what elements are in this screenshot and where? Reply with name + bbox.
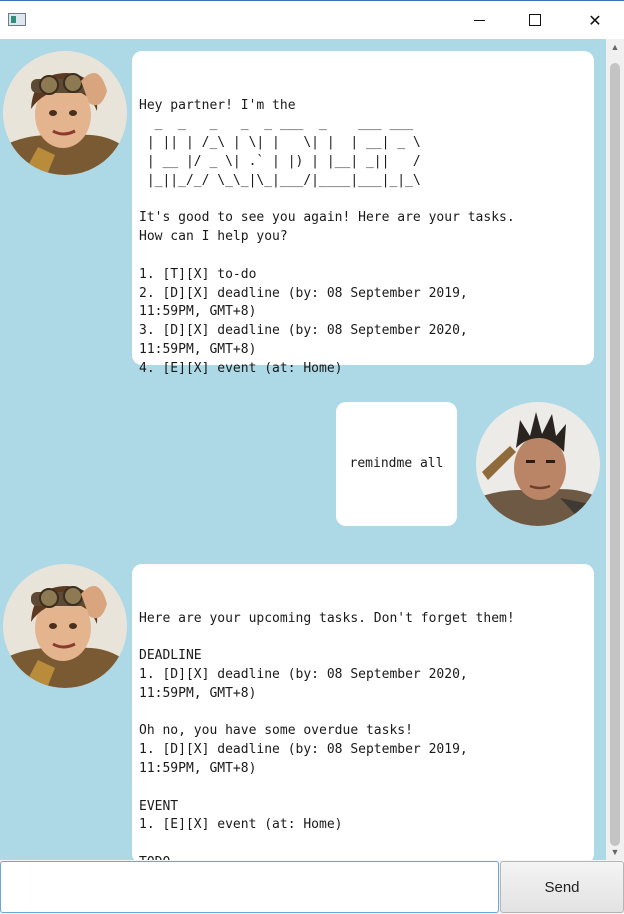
chevron-up-icon: ▲ bbox=[610, 42, 620, 52]
duke-message-bubble: Hey partner! I'm the _ _ _ _ _ ___ _ ___… bbox=[132, 51, 594, 376]
send-button[interactable]: Send bbox=[500, 861, 624, 913]
scrollbar-thumb[interactable] bbox=[610, 63, 620, 846]
scroll-up-button[interactable]: ▲ bbox=[606, 39, 624, 55]
chevron-down-icon: ▼ bbox=[610, 847, 620, 857]
duke-message-text: Here are your upcoming tasks. Don't forg… bbox=[139, 610, 515, 860]
close-icon: ✕ bbox=[588, 10, 602, 30]
duke-message-text: Hey partner! I'm the _ _ _ _ _ ___ _ ___… bbox=[139, 97, 515, 376]
user-message-text: remindme all bbox=[349, 455, 444, 471]
vertical-scrollbar[interactable]: ▲ ▼ bbox=[606, 39, 624, 860]
title-bar: ✕ bbox=[0, 2, 624, 39]
dialog-scroll-pane[interactable]: Hey partner! I'm the _ _ _ _ _ ___ _ ___… bbox=[0, 39, 624, 860]
scroll-down-button[interactable]: ▼ bbox=[606, 844, 624, 860]
app-window: ✕ Hey partner! I'm the _ _ _ _ _ ___ _ _… bbox=[0, 0, 624, 914]
minimize-button[interactable] bbox=[450, 2, 508, 38]
user-message-bubble: remindme all bbox=[336, 402, 457, 526]
duke-avatar bbox=[3, 564, 127, 688]
maximize-button[interactable] bbox=[506, 2, 564, 38]
input-row: Send bbox=[0, 860, 624, 914]
minimize-icon bbox=[473, 19, 485, 21]
duke-message-bubble: Here are your upcoming tasks. Don't forg… bbox=[132, 564, 594, 860]
app-icon bbox=[8, 13, 26, 26]
message-input[interactable] bbox=[0, 861, 499, 913]
duke-avatar bbox=[3, 51, 127, 175]
close-button[interactable]: ✕ bbox=[566, 2, 624, 38]
maximize-icon bbox=[529, 14, 541, 26]
user-avatar bbox=[476, 402, 600, 526]
